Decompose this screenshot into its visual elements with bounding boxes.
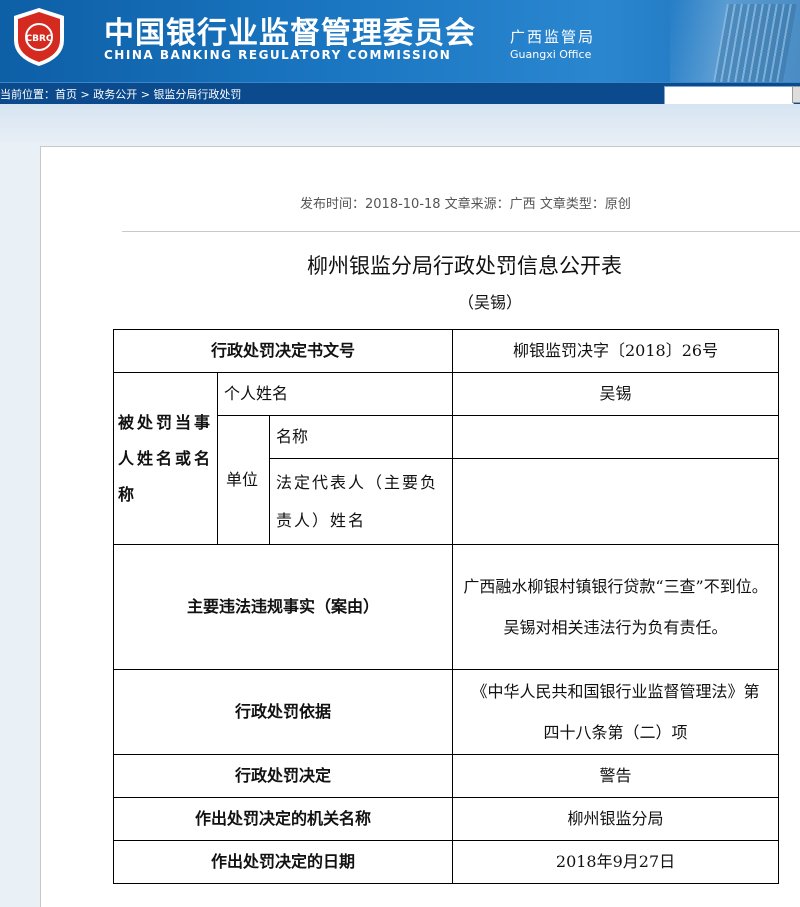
table-row: 行政处罚决定 警告: [112, 754, 780, 798]
logo-text: CBRC: [26, 34, 53, 44]
person-name-label: 个人姓名: [216, 372, 454, 416]
table-row: 行政处罚决定书文号 柳银监罚决字〔2018〕26号: [112, 329, 780, 373]
header-band: [0, 104, 800, 146]
article-meta: 发布时间：2018-10-18 文章来源：广西 文章类型：原创: [300, 197, 631, 212]
date-value: 2018年9月27日: [452, 840, 780, 884]
facts-label: 主要违法违规事实（案由）: [112, 544, 454, 670]
site-header: CBRC 中国银行业监督管理委员会 CHINA BANKING REGULATO…: [0, 0, 800, 82]
table-row: 作出处罚决定的机关名称 柳州银监分局: [112, 797, 780, 841]
authority-label: 作出处罚决定的机关名称: [112, 797, 454, 841]
table-row: 行政处罚依据 《中华人民共和国银行业监督管理法》第四十八条第（二）项: [112, 669, 780, 755]
table-row: 主要违法违规事实（案由） 广西融水柳银村镇银行贷款“三查”不到位。吴锡对相关违法…: [112, 544, 780, 670]
penalty-table: 行政处罚决定书文号 柳银监罚决字〔2018〕26号 被处罚当事人姓名或名称 个人…: [112, 329, 780, 884]
party-label: 被处罚当事人姓名或名称: [113, 372, 218, 545]
search-input[interactable]: [664, 86, 794, 105]
facts-value: 广西融水柳银村镇银行贷款“三查”不到位。吴锡对相关违法行为负有责任。: [452, 544, 780, 670]
document-title: 柳州银监分局行政处罚信息公开表: [307, 254, 622, 278]
breadcrumb[interactable]: 当前位置：首页 > 政务公开 > 银监分局行政处罚: [0, 86, 241, 102]
site-title-english: CHINA BANKING REGULATORY COMMISSION: [104, 48, 452, 62]
cbrc-logo: CBRC: [14, 8, 64, 66]
decision-label: 行政处罚决定: [112, 754, 454, 798]
authority-value: 柳州银监分局: [452, 797, 780, 841]
unit-label: 单位: [217, 415, 270, 545]
unit-name-value: [452, 415, 780, 459]
legal-rep-label: 法定代表人（主要负责人）姓名: [268, 458, 454, 545]
decision-number-value: 柳银监罚决字〔2018〕26号: [452, 329, 780, 373]
legal-rep-value: [452, 458, 780, 545]
search-button[interactable]: [792, 86, 800, 103]
divider: [122, 231, 800, 232]
site-title: 中国银行业监督管理委员会: [104, 16, 476, 51]
decision-number-label: 行政处罚决定书文号: [112, 329, 454, 373]
building-image: [670, 0, 800, 82]
date-label: 作出处罚决定的日期: [112, 840, 454, 884]
unit-name-label: 名称: [268, 415, 454, 459]
office-name-english: Guangxi Office: [510, 48, 592, 61]
table-row: 被处罚当事人姓名或名称 个人姓名 吴锡: [113, 372, 780, 545]
basis-value: 《中华人民共和国银行业监督管理法》第四十八条第（二）项: [452, 669, 780, 755]
document-subtitle: （吴锡）: [458, 293, 523, 312]
basis-label: 行政处罚依据: [112, 669, 454, 755]
table-row: 作出处罚决定的日期 2018年9月27日: [112, 840, 780, 884]
office-name: 广西监管局: [510, 28, 596, 46]
person-name-value: 吴锡: [452, 372, 780, 416]
nav-bar: 当前位置：首页 > 政务公开 > 银监分局行政处罚: [0, 82, 800, 105]
decision-value: 警告: [452, 754, 780, 798]
